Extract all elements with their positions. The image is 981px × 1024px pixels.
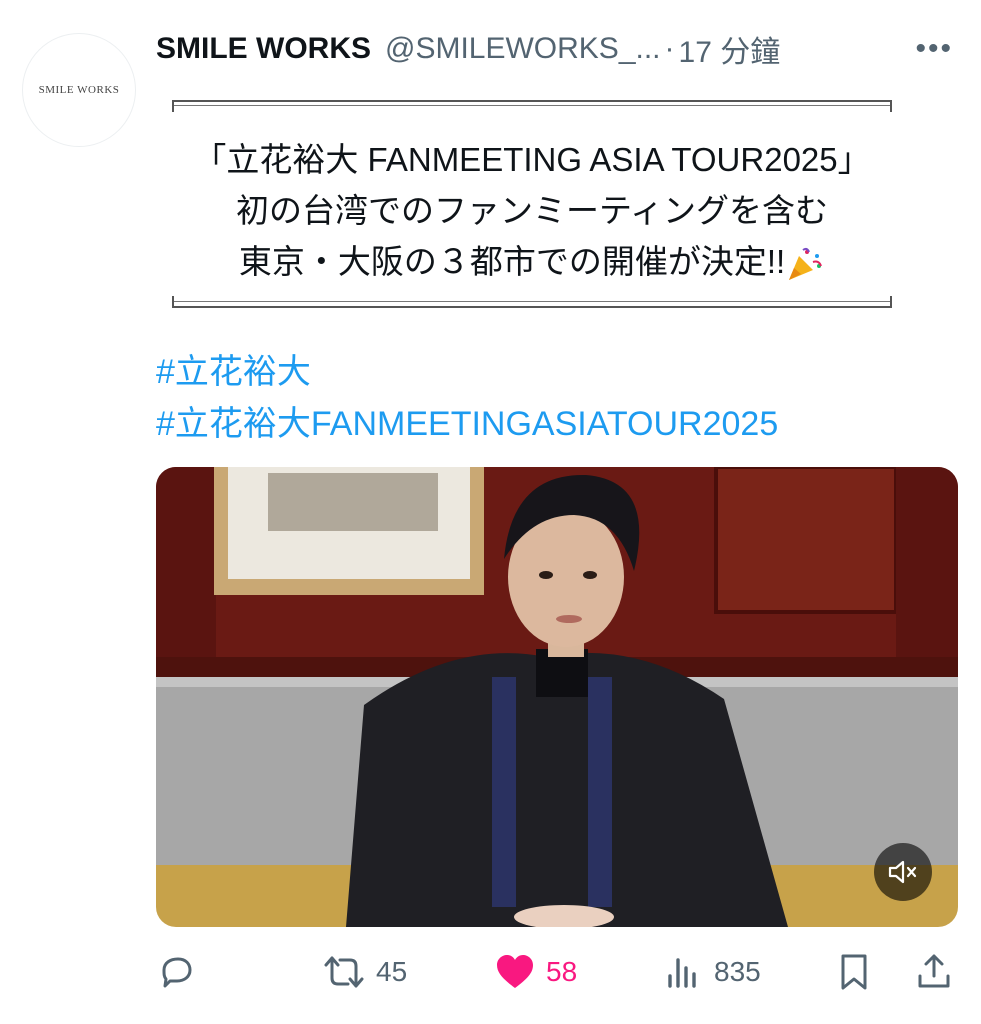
repost-count: 45 — [376, 956, 408, 987]
views-button[interactable]: 835 — [664, 944, 761, 1000]
frame-tick — [172, 100, 174, 112]
like-count: 58 — [546, 956, 578, 987]
action-bar: 45 58 835 — [156, 944, 956, 1000]
announcement-line-3: 東京・大阪の３都市での開催が決定!! — [238, 243, 786, 280]
repost-icon — [324, 956, 364, 988]
share-button[interactable] — [914, 944, 954, 1000]
tweet-header: SMILE WORKS @SMILEWORKS_... · 17 分鐘 ••• — [156, 26, 961, 72]
mute-button[interactable] — [874, 843, 932, 901]
hashtag-link[interactable]: #立花裕大 — [156, 344, 311, 393]
like-button[interactable]: 58 — [494, 944, 577, 1000]
heart-icon — [497, 955, 533, 988]
video-frame-image — [156, 467, 958, 927]
frame-top-line — [172, 100, 892, 102]
views-chart-icon — [668, 958, 696, 988]
announcement-line-3-wrap: 東京・大阪の３都市での開催が決定!! — [172, 236, 892, 287]
announcement-line-1: 「立花裕大 FANMEETING ASIA TOUR2025」 — [193, 141, 871, 178]
timestamp[interactable]: 17 分鐘 — [679, 27, 781, 71]
views-count: 835 — [714, 956, 761, 987]
display-name[interactable]: SMILE WORKS — [156, 32, 371, 66]
announcement-frame: 「立花裕大 FANMEETING ASIA TOUR2025」 初の台湾でのファ… — [172, 100, 892, 312]
reply-icon — [162, 957, 192, 988]
avatar-logo-text: SMILE WORKS — [38, 84, 120, 96]
speaker-muted-icon — [888, 860, 917, 884]
frame-bottom-line — [172, 306, 892, 308]
reply-button[interactable] — [156, 944, 206, 1000]
frame-tick — [890, 100, 892, 112]
repost-button[interactable]: 45 — [322, 944, 407, 1000]
party-popper-icon — [789, 248, 823, 281]
more-options-icon[interactable]: ••• — [915, 26, 953, 72]
announcement-line-2: 初の台湾でのファンミーティングを含む — [235, 192, 829, 229]
avatar[interactable]: SMILE WORKS — [22, 33, 136, 147]
bookmark-button[interactable] — [834, 944, 874, 1000]
frame-top-inner-line — [172, 105, 892, 106]
hashtag-link[interactable]: #立花裕大FANMEETINGASIATOUR2025 — [156, 396, 778, 445]
announcement-text: 「立花裕大 FANMEETING ASIA TOUR2025」 初の台湾でのファ… — [172, 134, 892, 287]
video-player[interactable] — [156, 467, 958, 927]
bookmark-icon — [841, 954, 867, 990]
user-handle[interactable]: @SMILEWORKS_... — [385, 32, 661, 66]
frame-bottom-inner-line — [172, 301, 892, 302]
header-separator: · — [664, 32, 675, 65]
frame-tick — [890, 296, 892, 308]
frame-tick — [172, 296, 174, 308]
share-icon — [918, 954, 950, 988]
